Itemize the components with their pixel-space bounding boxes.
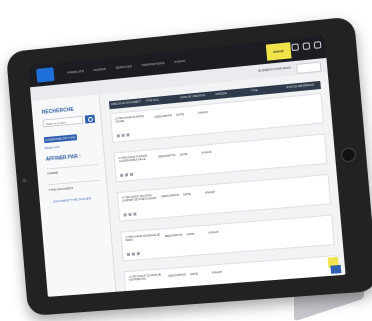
row-actions xyxy=(120,172,134,177)
row-type: DESCRIPTIF xyxy=(161,192,180,199)
home-button xyxy=(340,147,357,163)
row-title: CYTRO KNAUF PLAFOND CLOISON PAROI DALLE xyxy=(118,154,148,164)
table-row: CYTRO KNAUF PLAFOND CLOISON PAROI DALLE … xyxy=(113,133,328,183)
table-row: CYTRO KNAUF CLOISON DE DISTRIBUTION DESC… xyxy=(123,255,339,297)
scroll-top-button xyxy=(330,264,342,274)
column-header: TYPE DOC. xyxy=(145,98,160,103)
nav-menu: PRODUITS GUIDES SERVICES INSPIRATIONS KN… xyxy=(67,59,186,75)
filter-gamme: GAMME xyxy=(46,170,59,176)
row-title: CYTRO KNAUF SOLUTION SUPPORT DE POSE PLA… xyxy=(122,194,157,203)
search-input: Saisir le produit... xyxy=(42,115,84,128)
row-title: CYTRO KNAUF CLOISON DE DISTRIBUTION xyxy=(128,273,162,282)
column-header: LIBELLÉ DU DOCUMENT xyxy=(111,100,141,107)
row-actions xyxy=(126,252,140,257)
row-date: DATE xyxy=(189,271,199,277)
row-title: CYTRO KNAUF DOUBLAGE DE PAROI xyxy=(125,233,161,243)
row-date: DATE xyxy=(186,231,195,237)
nav-item: PRODUITS xyxy=(67,69,85,75)
column-header: ÉTAT DE RÉFÉRENCE xyxy=(286,83,315,90)
row-date: DATE xyxy=(183,191,192,197)
row-type: DESCRIPTIF xyxy=(164,232,183,239)
search-title: RECHERCHE xyxy=(41,106,75,116)
divider xyxy=(47,179,101,186)
camera-dot xyxy=(22,178,27,183)
nav-item: GUIDES xyxy=(93,66,107,73)
table-row: CYTRO KNAUF SOLUTION SUPPORT DE POSE PLA… xyxy=(116,173,332,222)
row-brand: KNAUF xyxy=(208,229,219,235)
row-actions xyxy=(123,212,137,217)
row-brand: KNAUF xyxy=(204,189,216,195)
user-icon xyxy=(291,43,300,52)
nav-item: KNAUF xyxy=(174,58,186,64)
photo-scene: PRODUITS GUIDES SERVICES INSPIRATIONS KN… xyxy=(0,0,372,321)
row-type: DESCRIPTIF xyxy=(157,153,176,159)
results-area: LIBELLÉ DU DOCUMENT TYPE DOC. DATE DE CR… xyxy=(99,72,346,297)
column-header: TYPE xyxy=(250,89,258,93)
filter-option: DOCUMENT TYPE FOLDER xyxy=(53,196,91,204)
tablet-device: PRODUITS GUIDES SERVICES INSPIRATIONS KN… xyxy=(5,16,372,317)
search-button xyxy=(84,114,96,124)
search-icon xyxy=(313,41,322,49)
tablet-screen: PRODUITS GUIDES SERVICES INSPIRATIONS KN… xyxy=(28,35,346,297)
column-header: DATE DE CRÉATION xyxy=(180,94,206,100)
row-brand: KNAUF xyxy=(211,269,223,275)
row-actions xyxy=(130,291,144,296)
row-type: DESCRIPTIF xyxy=(154,113,173,119)
row-title: CYTRO KNAUF PLAFOND SOLIDE xyxy=(115,114,144,124)
header-icons xyxy=(291,41,322,52)
row-date: DATE xyxy=(176,112,185,117)
cart-icon xyxy=(302,42,311,51)
row-type: DESCRIPTIF xyxy=(168,272,187,278)
table-row: CYTRO KNAUF DOUBLAGE DE PAROI DESCRIPTIF… xyxy=(120,214,335,262)
brand-badge: KNAUF xyxy=(265,42,292,61)
knauf-logo xyxy=(36,67,55,83)
active-filter-tag: COMPATIBILITÉ TYPE xyxy=(43,134,78,144)
nav-item: INSPIRATIONS xyxy=(141,60,165,68)
row-brand: KNAUF xyxy=(201,149,212,155)
row-brand: KNAUF xyxy=(197,109,209,115)
page-size-label: ÉLÉMENTS PAR PAGE : xyxy=(258,65,293,73)
clear-filters-link: Effacer tout xyxy=(44,144,60,150)
column-header: MARQUE xyxy=(215,91,228,97)
filter-type-document: TYPE DOCUMENT xyxy=(48,186,74,193)
row-date: DATE xyxy=(179,151,188,157)
nav-item: SERVICES xyxy=(115,64,133,70)
row-actions xyxy=(116,133,130,138)
divider xyxy=(46,163,99,170)
filter-title: AFFINER PAR : xyxy=(45,153,82,163)
